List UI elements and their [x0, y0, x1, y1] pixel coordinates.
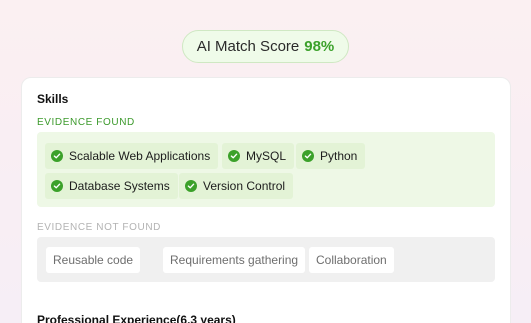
skill-chip-label: Python	[320, 149, 358, 163]
evidence-found-box: Scalable Web Applications MySQL Python D…	[37, 132, 495, 207]
match-details-card: Skills EVIDENCE FOUND Scalable Web Appli…	[21, 77, 511, 323]
skill-chip-label: Version Control	[203, 179, 286, 193]
skill-chip-label: MySQL	[246, 149, 287, 163]
skill-chip-label: Scalable Web Applications	[69, 149, 211, 163]
skill-chip-found: MySQL	[222, 143, 295, 169]
check-circle-icon	[51, 150, 63, 162]
evidence-not-found-label: EVIDENCE NOT FOUND	[37, 222, 161, 233]
ai-match-score-value: 98%	[304, 38, 335, 55]
check-circle-icon	[228, 150, 240, 162]
skill-chip-missing: Requirements gathering	[163, 247, 306, 273]
skill-chip-label: Database Systems	[69, 179, 170, 193]
skill-chip-missing: Collaboration	[309, 247, 394, 273]
skill-chip-found: Version Control	[179, 173, 294, 199]
skill-chip-found: Scalable Web Applications	[45, 143, 219, 169]
check-circle-icon	[185, 180, 197, 192]
ai-match-score-label: AI Match Score	[196, 38, 300, 55]
experience-section-title: Professional Experience(6.3 years)	[37, 313, 236, 323]
evidence-found-label: EVIDENCE FOUND	[37, 117, 135, 128]
evidence-not-found-box: Reusable code Requirements gathering Col…	[37, 237, 495, 282]
check-circle-icon	[51, 180, 63, 192]
skill-chip-found: Python	[296, 143, 366, 169]
ai-match-score-badge: AI Match Score 98%	[182, 30, 349, 63]
skill-chip-found: Database Systems	[45, 173, 178, 199]
skills-section-title: Skills	[37, 92, 69, 106]
skill-chip-label: Collaboration	[316, 253, 387, 267]
skill-chip-missing: Reusable code	[46, 247, 141, 273]
skill-chip-label: Reusable code	[53, 253, 134, 267]
check-circle-icon	[302, 150, 314, 162]
skill-chip-label: Requirements gathering	[170, 253, 299, 267]
